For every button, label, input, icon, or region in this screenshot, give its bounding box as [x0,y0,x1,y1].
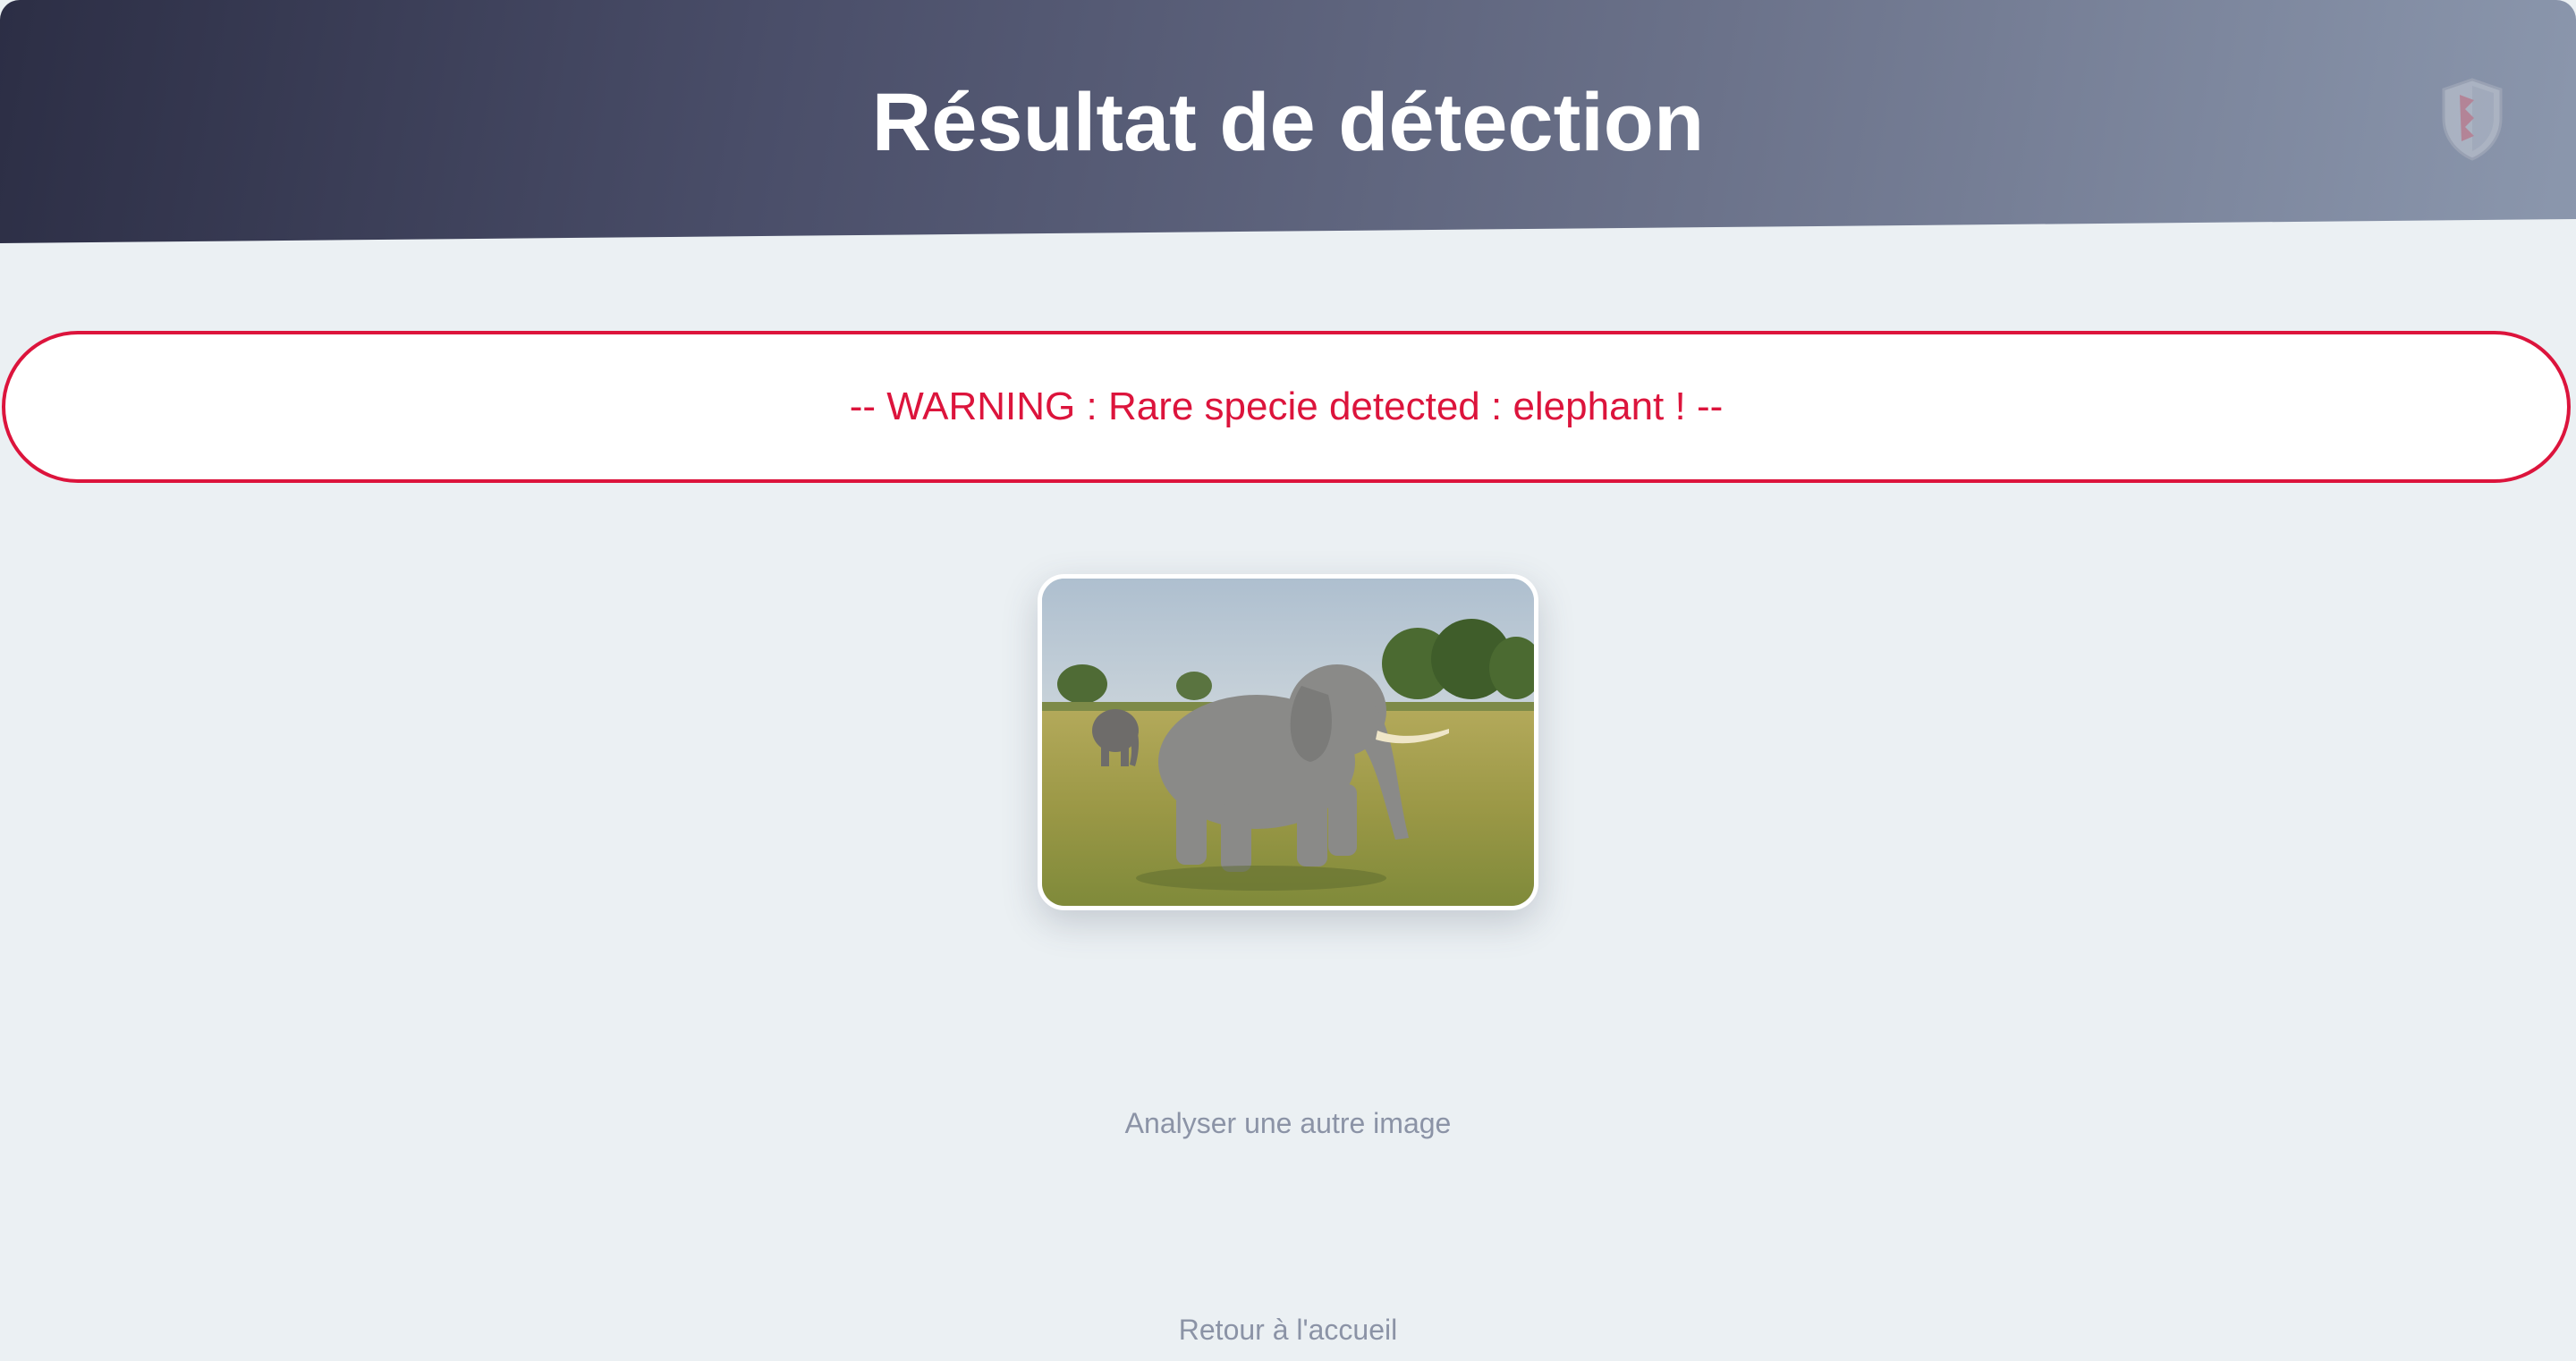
warning-banner: -- WARNING : Rare specie detected : elep… [2,331,2571,483]
app-window: Résultat de détection -- WARNING : Rare … [0,0,2576,1361]
analyze-another-image-link[interactable]: Analyser une autre image [0,1105,2576,1141]
warning-text: -- WARNING : Rare specie detected : elep… [849,385,1724,428]
shield-logo-icon [2442,78,2503,161]
back-home-link[interactable]: Retour à l'accueil [0,1312,2576,1348]
page-title: Résultat de détection [871,77,1705,168]
elephant-photo [1042,579,1534,906]
detection-result-image [1038,574,1538,910]
